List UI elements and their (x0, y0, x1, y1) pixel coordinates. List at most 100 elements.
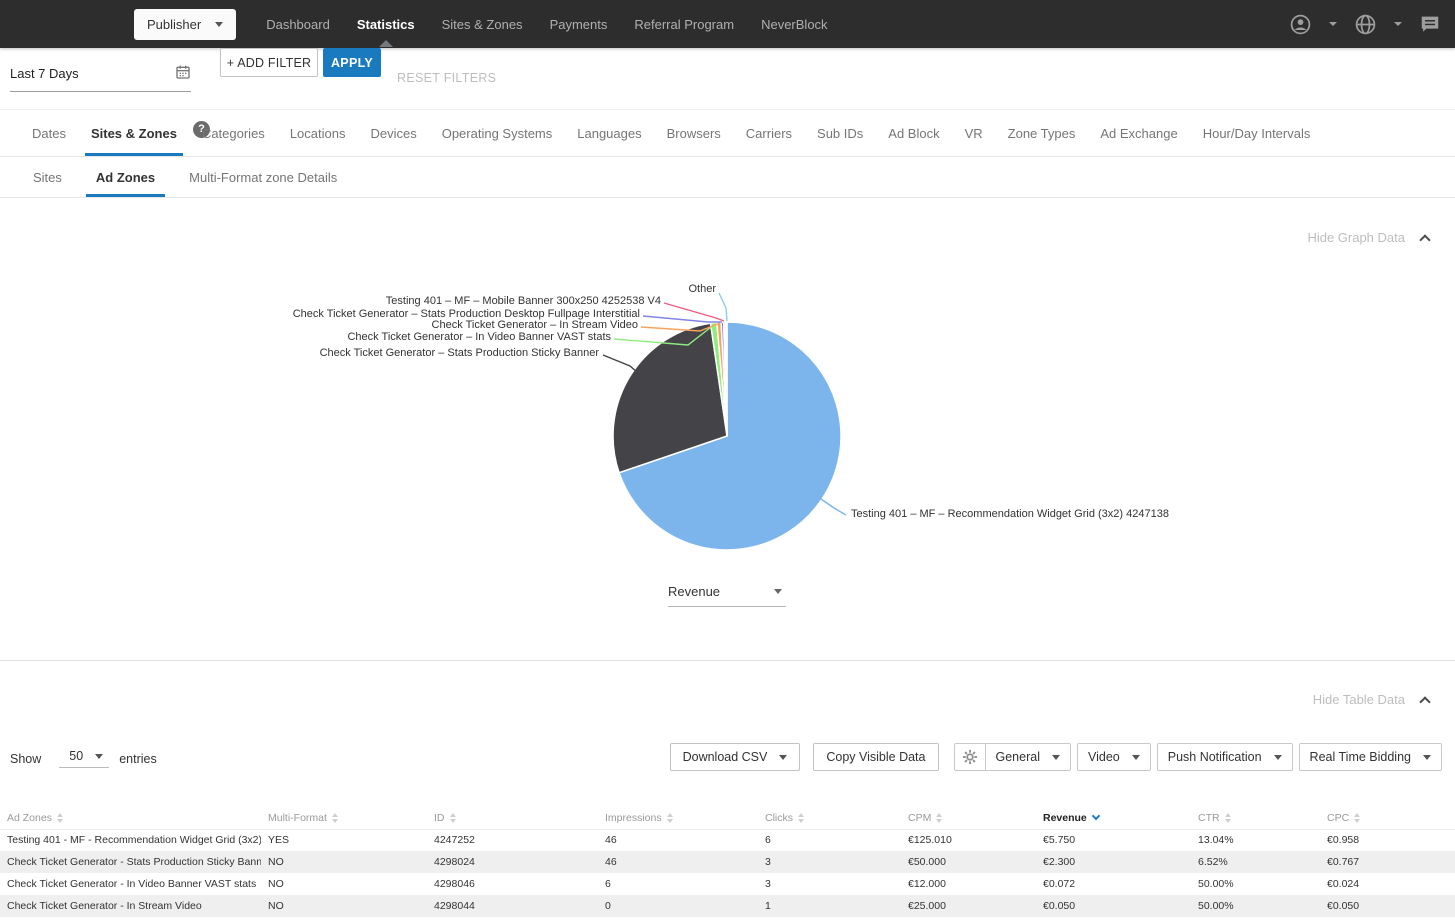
nav-item-payments[interactable]: Payments (550, 2, 608, 47)
download-csv-label: Download CSV (682, 750, 768, 764)
tab-sub-ids[interactable]: Sub IDs (811, 110, 869, 156)
column-header-impressions[interactable]: Impressions (598, 807, 758, 830)
tab-locations[interactable]: Locations (284, 110, 352, 156)
column-header-clicks[interactable]: Clicks (758, 807, 901, 830)
account-chevron-down-icon[interactable] (1329, 22, 1337, 26)
date-range-value: Last 7 Days (10, 66, 79, 81)
chart-metric-dropdown[interactable]: Revenue (668, 584, 786, 607)
table-row: Check Ticket Generator - In Video Banner… (0, 873, 1455, 895)
cell-cpc: €0.024 (1327, 878, 1360, 890)
general-dropdown[interactable]: General (984, 743, 1071, 771)
column-header-ad-zones[interactable]: Ad Zones (0, 807, 261, 830)
tab-sites-zones[interactable]: Sites & Zones (84, 110, 183, 156)
column-label: Revenue (1043, 811, 1087, 824)
account-icon[interactable] (1289, 13, 1312, 36)
cell-impressions: 6 (605, 878, 611, 890)
tab-ad-exchange[interactable]: Ad Exchange (1094, 110, 1183, 156)
real-time-bidding-dropdown[interactable]: Real Time Bidding (1298, 743, 1442, 771)
active-nav-indicator (378, 39, 393, 47)
cell-cpm: €125.010 (908, 834, 952, 847)
column-header-cpc[interactable]: CPC (1320, 807, 1455, 830)
page-size-dropdown[interactable]: 50 (59, 749, 110, 768)
push-notification-dropdown[interactable]: Push Notification (1156, 743, 1293, 771)
cell-multi-format: NO (268, 856, 284, 868)
globe-icon[interactable] (1354, 13, 1377, 36)
reset-filters-button[interactable]: RESET FILTERS (397, 71, 496, 85)
cell-ad-zone: Check Ticket Generator - In Stream Video (7, 900, 202, 912)
chevron-down-icon (215, 21, 224, 27)
table-row: Testing 401 - MF - Recommendation Widget… (0, 829, 1455, 851)
cell-revenue: €2.300 (1043, 856, 1076, 868)
nav-items: Dashboard Statistics Sites & Zones Payments… (266, 2, 828, 47)
column-header-revenue[interactable]: Revenue (1036, 807, 1191, 830)
tab-vr[interactable]: VR (959, 110, 989, 156)
column-header-multi-format[interactable]: Multi-Format (261, 807, 427, 830)
table-section: Hide Table Data Show 50 entries Download… (0, 661, 1455, 921)
cell-ad-zone: Check Ticket Generator - In Video Banner… (7, 878, 257, 890)
hide-table-data-link[interactable]: Hide Table Data (1312, 692, 1431, 708)
sort-icon (56, 812, 63, 823)
tab-zone-types[interactable]: Zone Types (1002, 110, 1082, 156)
column-header-id[interactable]: ID (427, 807, 598, 830)
apply-button[interactable]: APPLY (323, 48, 381, 77)
cell-cpm: €50.000 (908, 856, 946, 868)
nav-item-dashboard[interactable]: Dashboard (266, 2, 330, 47)
date-range-input[interactable]: Last 7 Days (10, 64, 191, 92)
publisher-dropdown[interactable]: Publisher (134, 8, 237, 40)
column-header-ctr[interactable]: CTR (1191, 807, 1320, 830)
cell-clicks: 1 (765, 900, 771, 912)
tab-categories[interactable]: Categories (196, 110, 271, 156)
nav-item-statistics[interactable]: Statistics (357, 2, 415, 47)
hide-table-data-label: Hide Table Data (1312, 692, 1405, 707)
add-filter-button[interactable]: + ADD FILTER (220, 48, 318, 77)
chevron-down-icon (774, 589, 782, 594)
subtab-sites[interactable]: Sites (23, 157, 72, 197)
sort-icon (666, 812, 673, 823)
nav-item-neverblock[interactable]: NeverBlock (761, 2, 827, 47)
tab-devices[interactable]: Devices (364, 110, 422, 156)
nav-item-referral-program[interactable]: Referral Program (634, 2, 734, 47)
chevron-up-icon (1419, 695, 1431, 708)
cell-impressions: 46 (605, 834, 617, 847)
cell-cpm: €12.000 (908, 878, 946, 890)
chevron-down-icon (1423, 754, 1431, 760)
zones-subtabs: Sites Ad Zones Multi-Format zone Details (0, 157, 1455, 198)
tab-browsers[interactable]: Browsers (661, 110, 727, 156)
column-header-cpm[interactable]: CPM (901, 807, 1036, 830)
pie-label-other: Other (688, 283, 716, 295)
chevron-down-icon (779, 754, 788, 760)
cell-cpc: €0.050 (1327, 900, 1360, 912)
gear-icon[interactable] (953, 743, 985, 771)
leader-line-testing-401-mf-recommendation-widget-grid-3x2-4247138 (817, 496, 847, 516)
column-label: CTR (1198, 811, 1220, 824)
cell-revenue: €0.072 (1043, 878, 1076, 890)
video-dropdown[interactable]: Video (1076, 743, 1151, 771)
tab-languages[interactable]: Languages (571, 110, 647, 156)
cell-ctr: 13.04% (1198, 834, 1234, 847)
table-toolbar: Download CSV Copy Visible Data General V… (669, 743, 1442, 771)
tab-operating-systems[interactable]: Operating Systems (436, 110, 559, 156)
sort-desc-icon (1091, 811, 1101, 820)
download-csv-button[interactable]: Download CSV (669, 743, 801, 771)
tab-dates[interactable]: Dates (26, 110, 72, 156)
sort-icon (449, 812, 456, 823)
chevron-down-icon (1273, 754, 1282, 760)
cell-id: 4298046 (434, 878, 475, 890)
globe-chevron-down-icon[interactable] (1394, 22, 1402, 26)
cell-multi-format: NO (268, 900, 284, 912)
column-label: Multi-Format (268, 811, 327, 824)
subtab-multi-format-zone-details[interactable]: Multi-Format zone Details (179, 157, 347, 197)
chat-icon[interactable] (1419, 13, 1441, 35)
graph-section: Hide Graph Data Testing 401 – MF – Recom… (0, 198, 1455, 661)
nav-item-sites-zones[interactable]: Sites & Zones (442, 2, 523, 47)
tab-hour-day-intervals[interactable]: Hour/Day Intervals (1197, 110, 1317, 156)
table-body: Testing 401 - MF - Recommendation Widget… (0, 829, 1455, 917)
page-size-value: 50 (69, 749, 84, 763)
cell-ctr: 50.00% (1198, 878, 1234, 890)
tab-carriers[interactable]: Carriers (740, 110, 798, 156)
format-selectors: General Video Push Notification Real Tim… (953, 743, 1442, 771)
subtab-ad-zones[interactable]: Ad Zones (85, 157, 166, 197)
copy-visible-data-button[interactable]: Copy Visible Data (813, 743, 939, 771)
statistics-tabs: Dates Sites & Zones Categories Locations Dev… (0, 110, 1455, 157)
tab-ad-block[interactable]: Ad Block (882, 110, 945, 156)
